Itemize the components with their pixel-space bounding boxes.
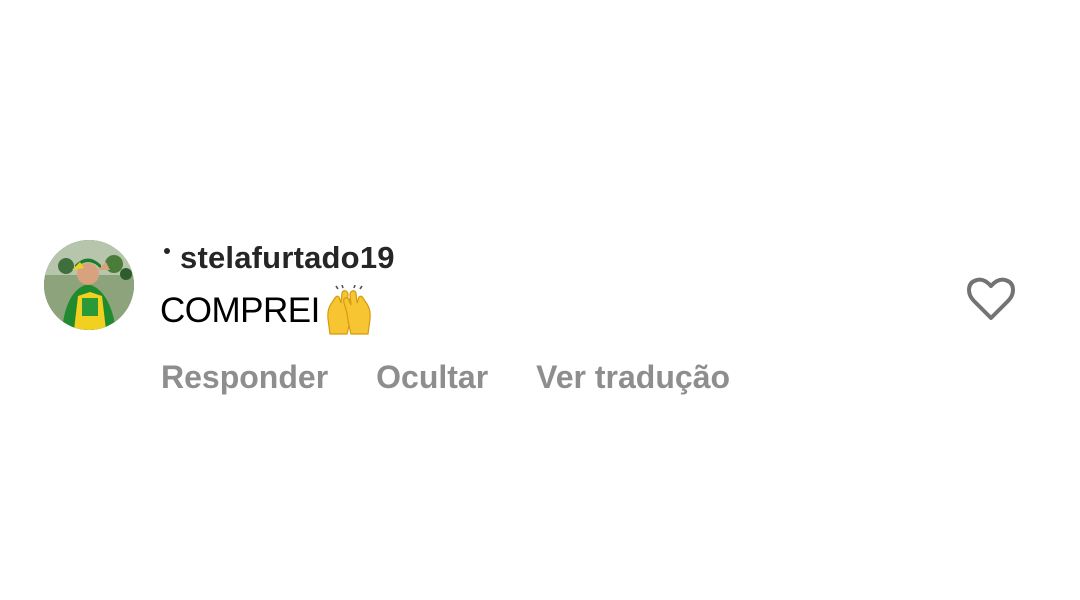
like-button[interactable] xyxy=(966,276,1016,322)
comment-text: COMPREI xyxy=(160,291,320,330)
username[interactable]: stelafurtado19 xyxy=(180,240,395,276)
comment-row: stelafurtado19 COMPREI Responder Ocultar… xyxy=(0,0,1080,600)
reply-button[interactable]: Responder xyxy=(161,359,328,396)
hide-button[interactable]: Ocultar xyxy=(376,359,488,396)
raising-hands-icon xyxy=(322,284,376,337)
translate-button[interactable]: Ver tradução xyxy=(536,359,730,396)
username-line: stelafurtado19 xyxy=(164,238,395,278)
avatar[interactable] xyxy=(44,240,134,330)
avatar-image xyxy=(44,240,134,330)
dot-mark xyxy=(164,248,170,254)
comment-body: COMPREI xyxy=(160,284,376,337)
comment-actions: Responder Ocultar Ver tradução xyxy=(161,354,730,400)
heart-outline-icon xyxy=(967,277,1015,320)
